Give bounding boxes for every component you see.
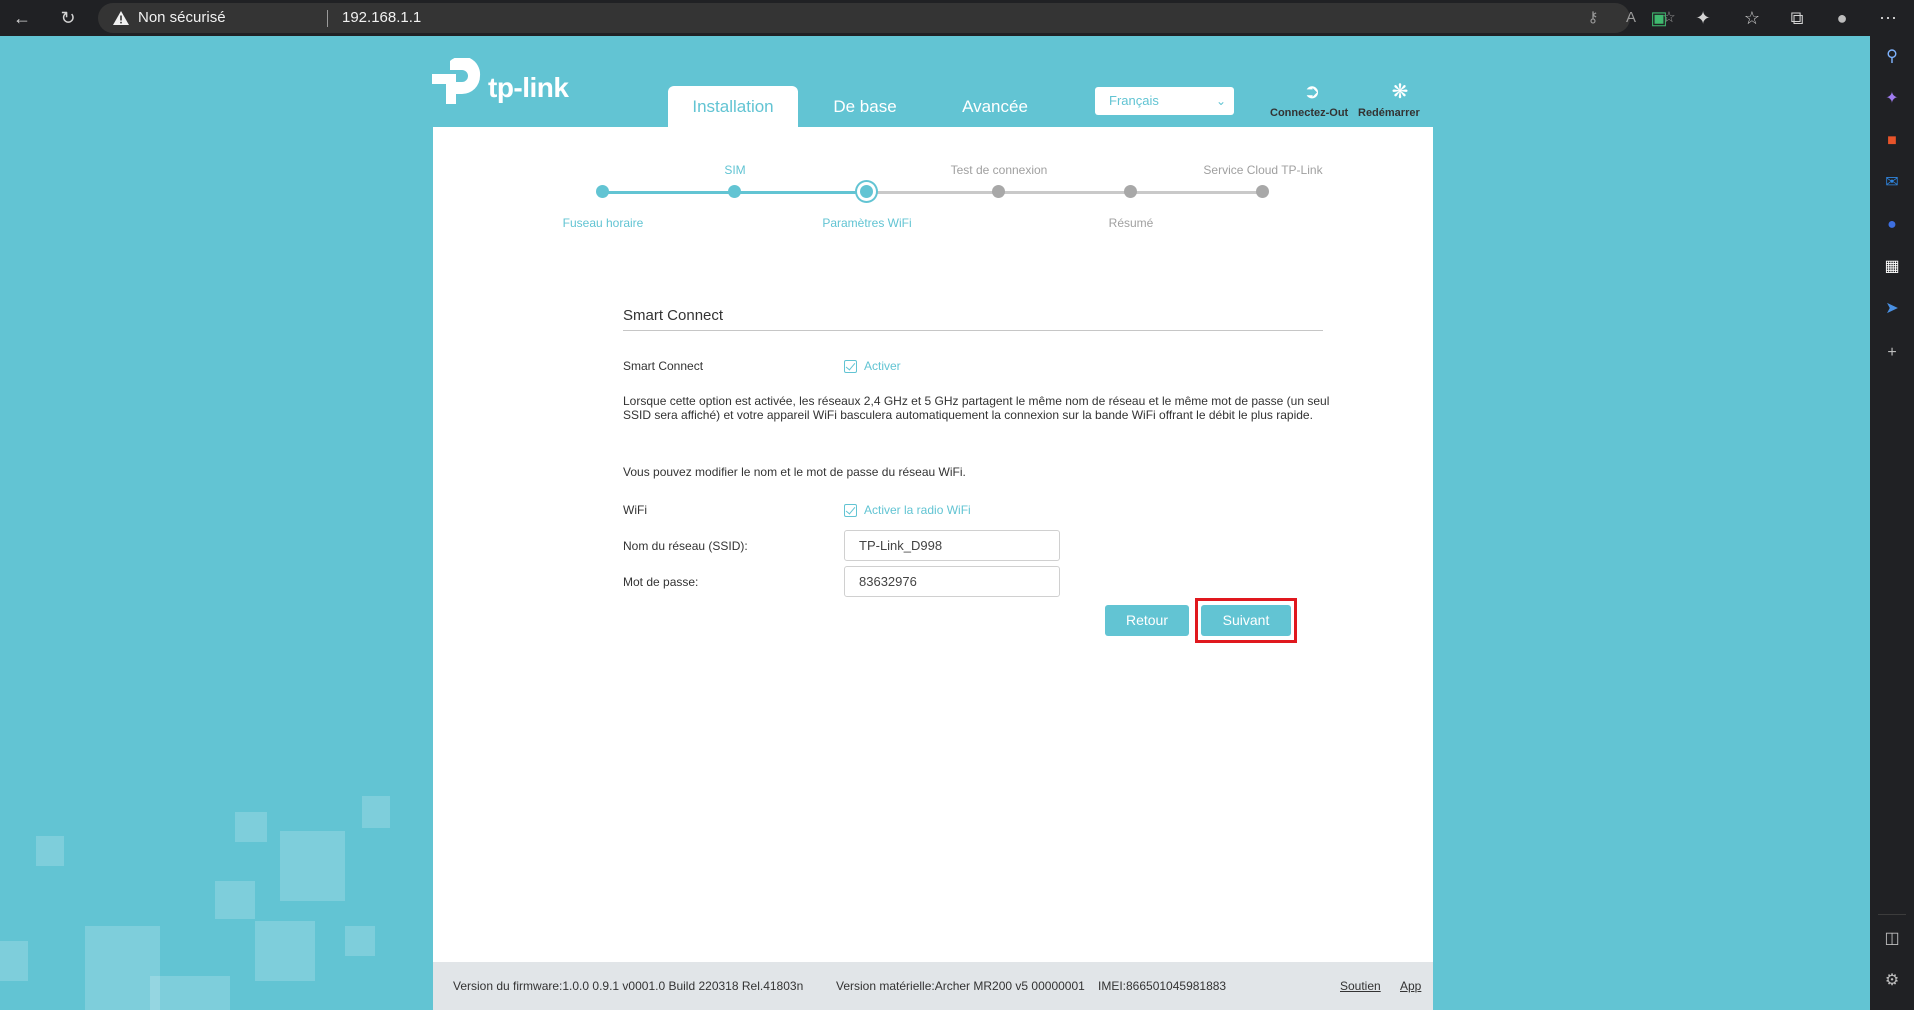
tab-de-base[interactable]: De base [820,86,910,128]
password-input[interactable]: 83632976 [844,566,1060,597]
tab-avancee[interactable]: Avancée [950,86,1040,128]
step-label-parametres-wifi: Paramètres WiFi [822,216,912,230]
warning-icon [113,11,129,25]
notes-icon[interactable]: ▦ [1881,256,1903,278]
copilot-icon[interactable]: ✦ [1881,88,1903,110]
section-title: Smart Connect [623,307,724,324]
logo-text: tp-link [488,72,569,103]
divider [327,10,328,27]
smart-connect-option-label[interactable]: Activer [864,359,901,373]
logout-icon: ➲ [1303,81,1321,103]
divider [1878,914,1906,915]
firmware-version: Version du firmware:1.0.0 0.9.1 v0001.0 … [453,979,804,993]
hardware-version: Version matérielle:Archer MR200 v5 00000… [836,979,1085,993]
wifi-label: WiFi [623,503,647,517]
step-label-test-connexion: Test de connexion [950,163,1048,177]
wifi-radio-checkbox[interactable] [844,504,857,517]
smart-connect-checkbox[interactable] [844,360,857,373]
url-text[interactable]: 192.168.1.1 [342,9,421,26]
reboot-label: Redémarrer [1358,107,1420,119]
step-dot [1124,185,1137,198]
security-status[interactable]: Non sécurisé [138,9,226,26]
browser-toolbar: ← ↻ Non sécurisé 192.168.1.1 ⚷ A ☆ ▣ ✦ ☆… [0,0,1914,36]
games-icon[interactable]: ● [1881,214,1903,236]
logout-button[interactable]: ➲ Connectez-Out [1270,80,1354,119]
wifi-radio-option-label[interactable]: Activer la radio WiFi [864,503,971,517]
step-dot [1256,185,1269,198]
refresh-icon[interactable]: ↻ [56,6,80,30]
imei: IMEI:866501045981883 [1098,979,1227,993]
reboot-icon: ❋ [1391,81,1409,103]
step-label-sim: SIM [724,163,746,177]
page-viewport: tp-link Installation rapide De base Avan… [0,36,1870,1010]
language-value: Français [1109,93,1159,108]
extensions-puzzle-icon[interactable]: ✦ [1691,6,1715,30]
hide-sidebar-icon[interactable]: ◫ [1881,928,1903,950]
smart-connect-label: Smart Connect [623,359,704,373]
key-icon[interactable]: ⚷ [1582,7,1604,29]
back-icon[interactable]: ← [10,6,34,30]
step-label-fuseau-horaire: Fuseau horaire [562,216,644,230]
tools-icon[interactable]: ➤ [1881,298,1903,320]
content-panel: SIM Test de connexion Service Cloud TP-L… [433,127,1433,1010]
office-icon[interactable]: ■ [1881,130,1903,152]
search-icon[interactable]: ⚲ [1881,46,1903,68]
back-button[interactable]: Retour [1105,605,1189,636]
step-dot [992,185,1005,198]
collections-icon[interactable]: ⧉ [1785,6,1809,30]
outlook-icon[interactable]: ✉ [1881,172,1903,194]
add-icon[interactable]: + [1881,342,1903,364]
logout-label: Connectez-Out [1270,107,1349,119]
step-label-service-cloud: Service Cloud TP-Link [1203,163,1323,177]
address-bar[interactable]: Non sécurisé 192.168.1.1 ⚷ A ☆ [98,3,1676,33]
browser-sidebar: ⚲ ✦ ■ ✉ ● ▦ ➤ + ◫ ⚙ [1870,36,1914,1010]
read-aloud-icon[interactable]: A [1620,7,1642,29]
app-link[interactable]: App [1400,979,1421,993]
step-label-resume: Résumé [1108,216,1154,230]
ssid-label: Nom du réseau (SSID): [623,539,748,553]
reboot-button[interactable]: ❋ Redémarrer [1358,80,1442,119]
step-dot [728,185,741,198]
smart-connect-description: Lorsque cette option est activée, les ré… [623,394,1330,422]
section-divider [623,330,1323,331]
wifi-note: Vous pouvez modifier le nom et le mot de… [623,465,966,479]
page-footer: Version du firmware:1.0.0 0.9.1 v0001.0 … [433,962,1433,1010]
ssid-input[interactable]: TP-Link_D998 [844,530,1060,561]
settings-gear-icon[interactable]: ⚙ [1881,970,1903,992]
highlight-box [1195,598,1297,643]
step-dot [596,185,609,198]
profile-avatar-icon[interactable]: ● [1830,6,1854,30]
password-label: Mot de passe: [623,575,699,589]
extension-icon[interactable]: ▣ [1647,6,1671,30]
support-link[interactable]: Soutien [1340,979,1381,993]
more-menu-icon[interactable]: ⋯ [1876,6,1900,30]
step-dot-current [860,185,873,198]
progress-line-todo [867,191,1263,194]
language-select[interactable]: Français ⌄ [1095,87,1234,115]
chevron-down-icon: ⌄ [1215,94,1226,108]
favorites-icon[interactable]: ☆ [1740,6,1764,30]
tab-installation-rapide[interactable]: Installation rapide [668,86,798,158]
